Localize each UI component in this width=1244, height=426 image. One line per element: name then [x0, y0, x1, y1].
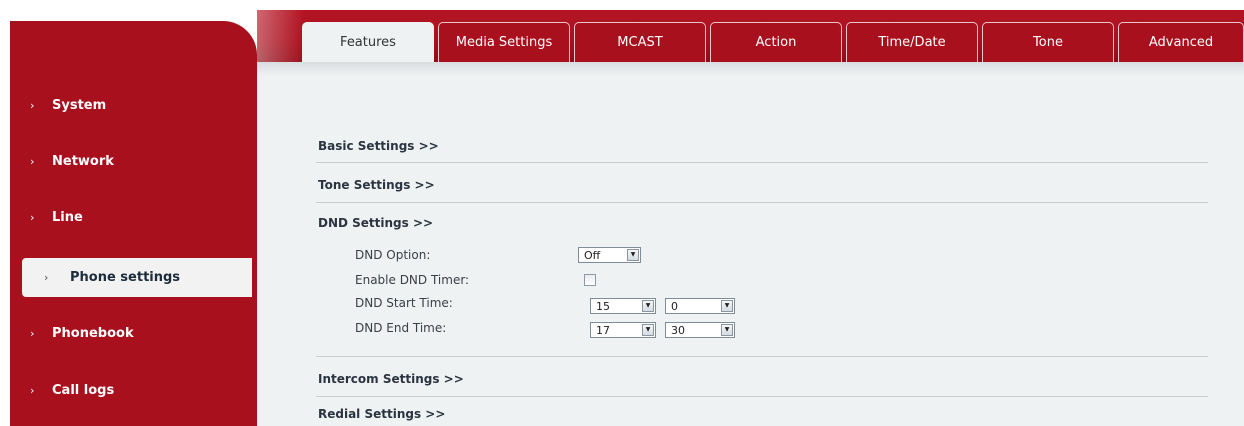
- sidebar-item-line[interactable]: › Line: [10, 200, 253, 234]
- chevron-down-icon: ▼: [721, 300, 733, 312]
- sidebar-item-label: Network: [52, 153, 114, 169]
- sidebar-item-label: Call logs: [52, 382, 115, 398]
- tab-time-date[interactable]: Time/Date: [846, 22, 978, 62]
- sidebar-item-phonebook[interactable]: › Phonebook: [10, 316, 253, 350]
- section-intercom-settings[interactable]: Intercom Settings >>: [318, 372, 464, 386]
- top-bar-fade: [257, 10, 303, 62]
- chevron-right-icon: ›: [44, 271, 49, 284]
- dnd-option-select[interactable]: Off ▼: [578, 247, 641, 263]
- dnd-end-minute-value: 30: [671, 323, 685, 337]
- dnd-option-value: Off: [584, 248, 601, 262]
- tab-advanced[interactable]: Advanced: [1118, 22, 1244, 62]
- sidebar-item-label: System: [52, 97, 107, 113]
- dnd-end-minute-select[interactable]: 30 ▼: [665, 322, 735, 338]
- content-shade: [257, 62, 1244, 76]
- chevron-right-icon: ›: [30, 154, 35, 168]
- divider: [316, 396, 1208, 397]
- sidebar-item-network[interactable]: › Network: [10, 144, 253, 178]
- chevron-right-icon: ›: [30, 383, 35, 397]
- chevron-down-icon: ▼: [642, 300, 654, 312]
- dnd-start-time-label: DND Start Time:: [355, 296, 453, 310]
- chevron-down-icon: ▼: [642, 324, 654, 336]
- dnd-start-minute-value: 0: [671, 299, 678, 313]
- enable-dnd-timer-checkbox[interactable]: [584, 274, 596, 286]
- dnd-end-time-label: DND End Time:: [355, 321, 447, 335]
- dnd-start-hour-select[interactable]: 15 ▼: [590, 298, 656, 314]
- enable-dnd-timer-label: Enable DND Timer:: [355, 273, 470, 287]
- section-basic-settings[interactable]: Basic Settings >>: [318, 139, 439, 153]
- divider: [316, 356, 1208, 357]
- dnd-start-hour-value: 15: [596, 299, 610, 313]
- sidebar-item-system[interactable]: › System: [10, 88, 253, 122]
- chevron-right-icon: ›: [30, 98, 35, 112]
- sidebar-item-call-logs[interactable]: › Call logs: [10, 373, 253, 407]
- chevron-down-icon: ▼: [627, 249, 639, 261]
- section-redial-settings[interactable]: Redial Settings >>: [318, 407, 445, 421]
- tab-tone[interactable]: Tone: [982, 22, 1114, 62]
- chevron-down-icon: ▼: [721, 324, 733, 336]
- tab-action[interactable]: Action: [710, 22, 842, 62]
- section-tone-settings[interactable]: Tone Settings >>: [318, 178, 435, 192]
- dnd-end-hour-value: 17: [596, 323, 610, 337]
- sidebar-item-phone-settings[interactable]: › Phone settings: [22, 258, 252, 297]
- section-dnd-settings[interactable]: DND Settings >>: [318, 216, 433, 230]
- tab-mcast[interactable]: MCAST: [574, 22, 706, 62]
- dnd-option-label: DND Option:: [355, 248, 431, 262]
- dnd-end-hour-select[interactable]: 17 ▼: [590, 322, 656, 338]
- tab-features[interactable]: Features: [302, 22, 434, 62]
- divider: [316, 202, 1208, 203]
- sidebar-item-label: Phone settings: [70, 270, 181, 285]
- sidebar-item-label: Phonebook: [52, 325, 134, 341]
- tab-media-settings[interactable]: Media Settings: [438, 22, 570, 62]
- chevron-right-icon: ›: [30, 210, 35, 224]
- sidebar-item-label: Line: [52, 209, 83, 225]
- chevron-right-icon: ›: [30, 326, 35, 340]
- dnd-start-minute-select[interactable]: 0 ▼: [665, 298, 735, 314]
- divider: [316, 162, 1208, 163]
